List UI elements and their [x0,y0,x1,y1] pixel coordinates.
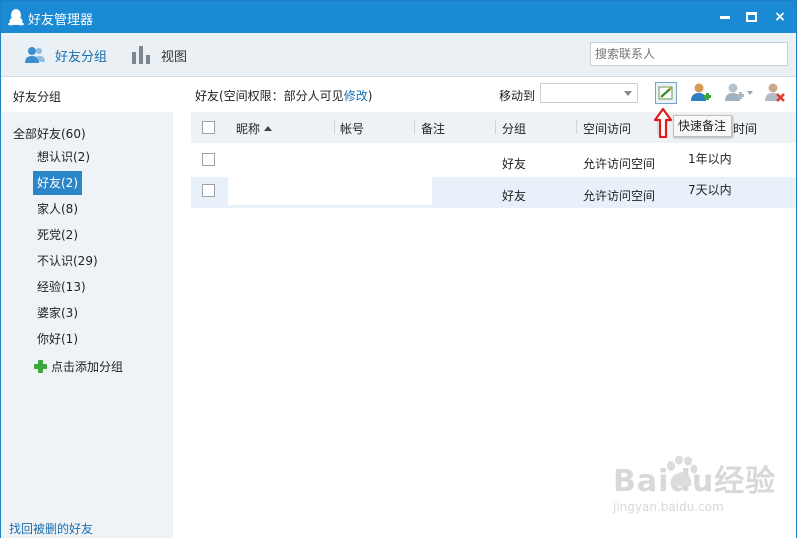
search-contacts-input[interactable] [590,42,788,66]
baidu-paw-logo [667,456,698,486]
row-nickname-account-cell [228,177,432,205]
sidebar-header-label: 好友分组 [13,90,62,104]
sidebar-item-group[interactable]: 家人(8) [33,197,82,221]
tab-friend-groups[interactable]: 好友分组 [25,45,107,65]
column-divider[interactable] [576,120,577,134]
chevron-down-icon [624,91,632,96]
sidebar-item-group[interactable]: 不认识(29) [33,249,102,273]
users-icon [25,47,45,63]
qq-penguin-icon [8,9,24,26]
minimize-button[interactable] [715,7,735,27]
tab-view[interactable]: 视图 [131,45,187,65]
sidebar-item-group[interactable]: 你好(1) [33,327,82,351]
red-pointer-arrow-icon [653,108,673,138]
column-time[interactable]: 时间 [733,120,757,137]
minimize-icon [720,16,730,19]
move-to-group-button[interactable] [725,82,755,104]
user-group-dropdown-icon [725,83,753,101]
maximize-button[interactable] [742,7,762,27]
permission-text: 好友(空间权限：部分人可见 [195,89,344,103]
row-space-access: 允许访问空间 [583,157,656,171]
quick-remark-button[interactable] [655,82,677,104]
sidebar-item-group[interactable]: 经验(13) [33,275,90,299]
sidebar-header: 好友分组 [1,78,173,112]
watermark-url: jingyan.baidu.com [613,500,724,514]
add-user-icon [691,83,711,101]
row-group: 好友 [502,157,527,171]
row-time: 1年以内 [688,152,732,166]
add-group-button[interactable]: 点击添加分组 [34,358,123,375]
modify-permission-link[interactable]: 修改 [344,89,368,103]
title-bar[interactable]: 好友管理器 × [1,1,796,33]
table-row[interactable]: 好友 允许访问空间 1年以内 [191,145,796,176]
toolbar: 好友分组 视图 [1,33,796,77]
remove-user-icon [765,83,785,102]
move-to-dropdown[interactable] [540,83,638,103]
column-divider[interactable] [334,120,335,134]
space-permission-info: 好友(空间权限：部分人可见修改) [195,87,372,104]
add-group-label: 点击添加分组 [51,360,124,374]
sort-ascending-icon [264,126,273,131]
tab-friend-groups-label: 好友分组 [55,49,108,65]
window-title: 好友管理器 [28,13,94,28]
delete-friend-button[interactable] [764,82,786,104]
sidebar-item-group[interactable]: 死党(2) [33,223,82,247]
add-friend-button[interactable] [690,82,712,104]
column-remark[interactable]: 备注 [421,120,445,137]
sidebar-item-group[interactable]: 婆家(3) [33,301,82,325]
friend-manager-window: 好友管理器 × 好友分组 视图 好友分组 [0,0,797,538]
permission-close-paren: ) [367,89,373,103]
sidebar-item-all-friends[interactable]: 全部好友(60) [13,125,86,142]
row-time: 7天以内 [688,183,732,197]
column-divider[interactable] [414,120,415,134]
sidebar: 好友分组 全部好友(60) 想认识(2) 好友(2) 家人(8) 死党(2) 不… [1,78,173,538]
column-nickname[interactable]: 昵称 [236,120,273,137]
plus-icon [34,360,47,373]
edit-note-icon [658,86,673,100]
sidebar-item-group-selected[interactable]: 好友(2) [33,171,82,195]
bar-chart-icon [132,46,150,64]
move-to-label: 移动到 [499,89,536,103]
row-checkbox[interactable] [202,153,215,166]
column-space-access[interactable]: 空间访问 [583,120,631,137]
column-divider[interactable] [495,120,496,134]
recover-deleted-friends-link[interactable]: 找回被删的好友 [9,520,93,537]
quick-remark-tooltip: 快速备注 [673,115,732,137]
row-checkbox[interactable] [202,184,215,197]
close-button[interactable]: × [770,7,790,27]
maximize-icon [746,12,757,22]
row-space-access: 允许访问空间 [583,189,656,203]
tab-view-label: 视图 [161,49,188,65]
baidu-jingyan-watermark: Baidu经验 jingyan.baidu.com [613,456,776,514]
column-nickname-label: 昵称 [236,122,261,136]
row-group: 好友 [502,189,527,203]
table-row-selected[interactable]: 好友 允许访问空间 7天以内 [191,177,796,208]
sidebar-item-group[interactable]: 想认识(2) [33,145,94,169]
column-account[interactable]: 帐号 [340,120,364,137]
select-all-checkbox[interactable] [202,121,215,134]
column-group[interactable]: 分组 [502,120,526,137]
